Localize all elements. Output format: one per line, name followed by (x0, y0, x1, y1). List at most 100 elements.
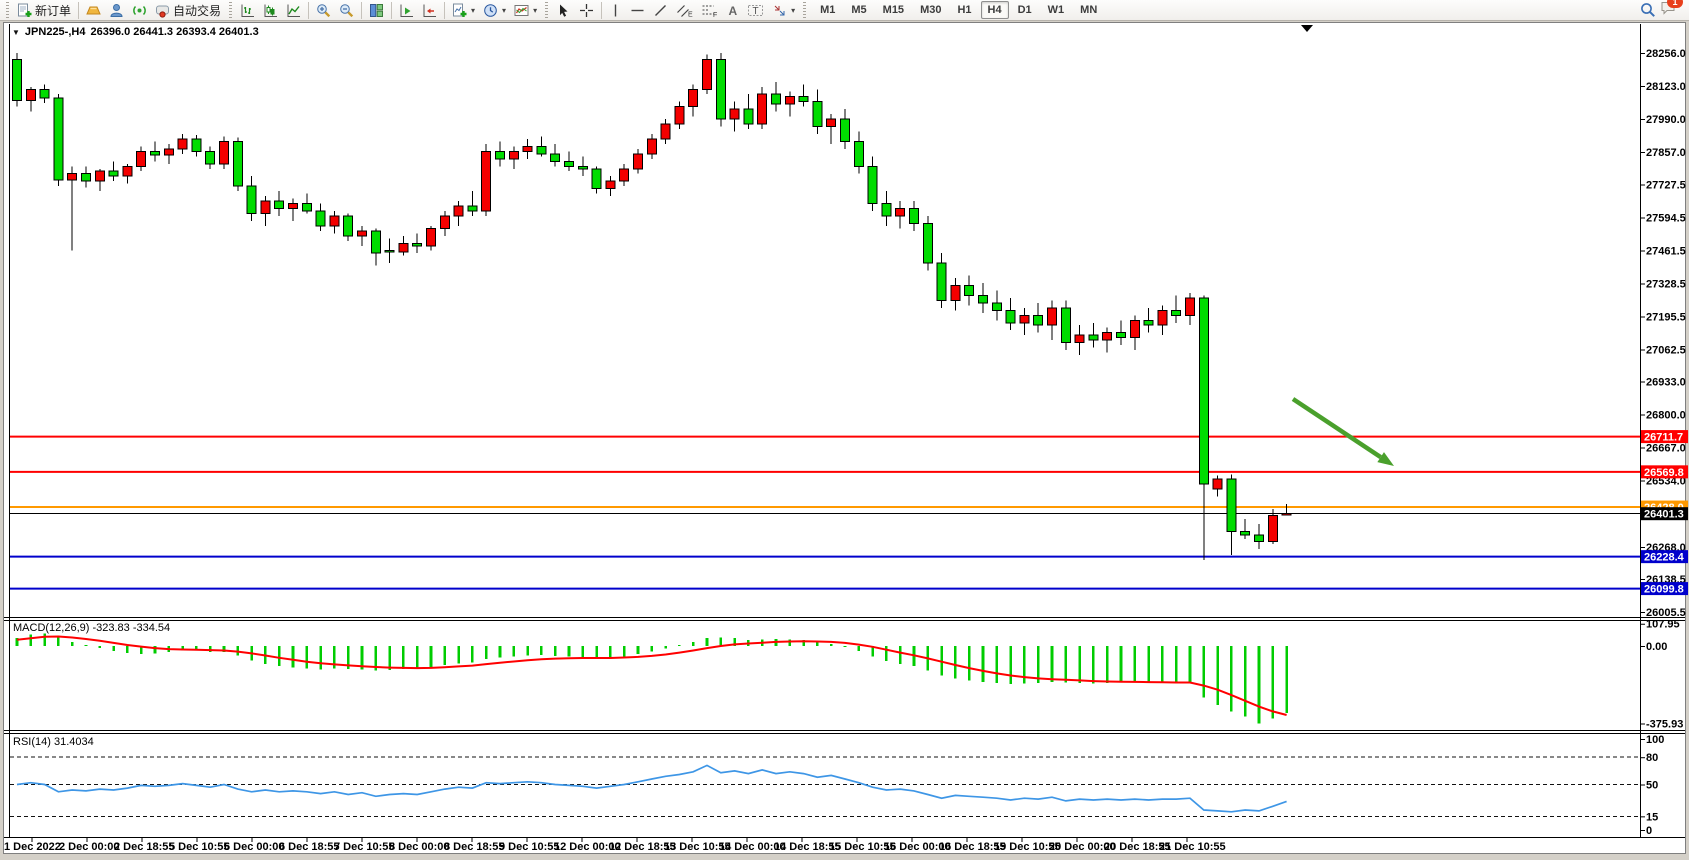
candle-bearish (82, 174, 91, 181)
timeframe-button-d1[interactable]: D1 (1011, 1, 1039, 19)
horizontal-line-icon (630, 3, 645, 18)
zoom-in-button[interactable] (312, 1, 335, 20)
arrows-button[interactable]: ▾ (768, 1, 799, 20)
candle-bearish (1255, 535, 1264, 541)
candle-bullish (440, 216, 449, 228)
fibonacci-button[interactable]: F (697, 1, 722, 20)
timeframe-button-m30[interactable]: M30 (913, 1, 948, 19)
candle-bullish (1075, 335, 1084, 342)
candle-bullish (261, 201, 270, 213)
candle-bearish (206, 151, 215, 163)
candle-bullish (661, 124, 670, 139)
autotrading-label: 自动交易 (173, 2, 221, 19)
candle-bullish (220, 141, 229, 163)
new-order-button[interactable]: 新订单 (13, 1, 75, 20)
new-chart-icon (452, 3, 467, 18)
template-icon (514, 3, 529, 18)
toolbar-separator (601, 2, 602, 19)
candle-bearish (1061, 308, 1070, 343)
candle-bearish (344, 216, 353, 236)
candle-bearish (882, 204, 891, 216)
candle-bullish (482, 151, 491, 211)
candle-bullish (137, 151, 146, 166)
toolbar-grip[interactable] (6, 2, 9, 18)
toolbar-grip[interactable] (229, 2, 232, 18)
candlestick-chart-button[interactable] (259, 1, 282, 20)
equidistant-channel-button[interactable]: E (672, 1, 697, 20)
notifications-button[interactable]: 1 (1660, 0, 1677, 21)
chart-shift-button[interactable] (418, 1, 441, 20)
new-chart-button[interactable]: ▾ (448, 1, 479, 20)
cursor-button[interactable] (552, 1, 575, 20)
horizontal-line-button[interactable] (626, 1, 649, 20)
market-button[interactable] (82, 1, 105, 20)
channel-icon: E (676, 3, 693, 18)
timeframe-button-m1[interactable]: M1 (813, 1, 842, 19)
candle-bearish (316, 211, 325, 226)
tile-windows-button[interactable] (365, 1, 388, 20)
candle-bearish (275, 201, 284, 208)
toolbar-separator (361, 2, 362, 19)
metaeditor-button[interactable] (105, 1, 128, 20)
candle-bullish (358, 231, 367, 236)
one-click-trading-toggle[interactable]: ▼ (12, 28, 20, 37)
rsi-tick-label: 100 (1646, 734, 1664, 746)
bar-chart-button[interactable] (236, 1, 259, 20)
timeframe-button-m5[interactable]: M5 (844, 1, 873, 19)
chart-canvas[interactable]: 28256.028123.027990.027857.027727.527594… (0, 0, 1689, 860)
toolbar-separator (391, 2, 392, 19)
signals-button[interactable] (128, 1, 151, 20)
timeframe-button-m15[interactable]: M15 (876, 1, 911, 19)
candle-bearish (578, 166, 587, 168)
candle-bullish (178, 139, 187, 149)
candle-bullish (689, 89, 698, 106)
time-tick-label: 8 Dec 00:00 (389, 841, 450, 853)
candle-bearish (565, 161, 574, 166)
candle-bullish (620, 169, 629, 181)
candle-bearish (841, 119, 850, 141)
macd-tick-label: 107.95 (1646, 619, 1680, 631)
search-button[interactable] (1636, 1, 1660, 20)
candle-bullish (703, 59, 712, 89)
timeframe-button-h1[interactable]: H1 (950, 1, 978, 19)
candle-bullish (427, 228, 436, 245)
timeframe-button-h4[interactable]: H4 (981, 1, 1009, 19)
timeframe-button-w1[interactable]: W1 (1041, 1, 1072, 19)
toolbar-grip[interactable] (803, 2, 806, 18)
autotrading-button[interactable]: 自动交易 (151, 1, 225, 20)
line-chart-button[interactable] (282, 1, 305, 20)
toolbar-grip[interactable] (545, 2, 548, 18)
candle-bullish (123, 166, 132, 176)
dropdown-caret: ▾ (791, 6, 795, 15)
autotrading-icon (155, 3, 170, 18)
svg-text:E: E (688, 11, 693, 18)
fibonacci-icon: F (701, 3, 718, 18)
time-tick-label: 21 Dec 10:55 (1159, 841, 1226, 853)
time-tick-label: 6 Dec 18:55 (279, 841, 340, 853)
candle-bullish (1213, 479, 1222, 489)
candle-bullish (1186, 298, 1195, 315)
candle-bearish (744, 109, 753, 124)
line-chart-icon (286, 3, 301, 18)
price-tick-label: 26800.0 (1646, 410, 1686, 422)
crosshair-button[interactable] (575, 1, 598, 20)
vertical-line-button[interactable] (605, 1, 626, 20)
zoom-out-button[interactable] (335, 1, 358, 20)
toolbar-separator (444, 2, 445, 19)
periodicity-button[interactable]: ▾ (479, 1, 510, 20)
trendline-button[interactable] (649, 1, 672, 20)
market-gold-icon (86, 3, 101, 18)
text-button[interactable]: A (722, 1, 743, 20)
candlestick-chart-icon (263, 3, 278, 18)
arrows-icon (772, 3, 787, 18)
candle-bearish (716, 59, 725, 119)
time-tick-label: 9 Dec 10:55 (499, 841, 560, 853)
auto-scroll-button[interactable] (395, 1, 418, 20)
candle-bearish (979, 295, 988, 302)
timeframe-button-mn[interactable]: MN (1073, 1, 1104, 19)
rsi-tick-label: 0 (1646, 825, 1652, 837)
text-label-button[interactable]: T (743, 1, 768, 20)
templates-button[interactable]: ▾ (510, 1, 541, 20)
candle-bearish (13, 59, 22, 100)
candle-bearish (937, 263, 946, 300)
